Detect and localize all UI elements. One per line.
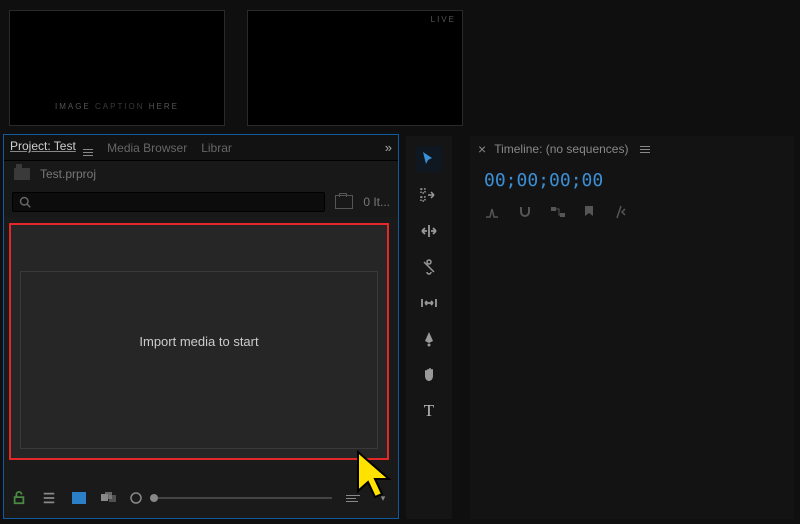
selection-tool[interactable] xyxy=(416,146,442,172)
zoom-out-icon[interactable] xyxy=(130,489,142,507)
timeline-header: × Timeline: (no sequences) xyxy=(470,136,794,162)
project-icon xyxy=(14,168,30,180)
search-row: 0 It... xyxy=(4,187,398,217)
sort-icon[interactable] xyxy=(344,489,362,507)
freeform-view-icon[interactable] xyxy=(100,489,118,507)
list-view-icon[interactable] xyxy=(40,489,58,507)
timeline-menu-icon[interactable] xyxy=(640,146,650,153)
track-select-forward-tool[interactable] xyxy=(416,182,442,208)
project-panel: Project: Test Media Browser Librar » Tes… xyxy=(3,134,399,519)
new-bin-icon[interactable] xyxy=(335,195,353,209)
timeline-title: Timeline: (no sequences) xyxy=(494,142,628,156)
hand-tool[interactable] xyxy=(416,362,442,388)
panel-tabbar: Project: Test Media Browser Librar » xyxy=(4,135,398,161)
icon-view-icon[interactable] xyxy=(70,489,88,507)
search-icon xyxy=(19,196,31,208)
razor-tool[interactable] xyxy=(416,254,442,280)
tool-palette: T xyxy=(406,136,452,519)
close-icon[interactable]: × xyxy=(478,141,486,157)
sort-dropdown-icon[interactable]: ▾ xyxy=(374,489,392,507)
slip-tool[interactable] xyxy=(416,290,442,316)
preview-caption: IMAGE CAPTION HERE xyxy=(55,102,179,111)
type-tool[interactable]: T xyxy=(416,398,442,424)
pen-tool[interactable] xyxy=(416,326,442,352)
ripple-edit-tool[interactable] xyxy=(416,218,442,244)
timeline-panel: × Timeline: (no sequences) 00;00;00;00 xyxy=(470,136,794,519)
marker-icon[interactable] xyxy=(584,205,594,223)
preview-thumbnail-1: IMAGE CAPTION HERE xyxy=(9,10,225,126)
linked-selection-icon[interactable] xyxy=(550,205,566,223)
timeline-timecode[interactable]: 00;00;00;00 xyxy=(470,162,794,199)
project-filename: Test.prproj xyxy=(40,167,96,181)
tab-media-browser[interactable]: Media Browser xyxy=(107,141,187,155)
media-drop-area[interactable]: Import media to start xyxy=(9,223,389,460)
search-input[interactable] xyxy=(12,192,325,212)
insert-icon[interactable] xyxy=(484,205,500,223)
panel-bottom-toolbar: ▾ xyxy=(10,484,392,512)
preview-thumbnail-2: LIVE xyxy=(247,10,463,126)
zoom-slider[interactable] xyxy=(154,495,332,501)
panel-menu-icon[interactable] xyxy=(83,149,93,156)
item-count: 0 It... xyxy=(363,195,390,209)
timeline-tool-row xyxy=(470,199,794,229)
lock-icon[interactable] xyxy=(10,489,28,507)
media-inner-frame xyxy=(20,271,378,449)
tab-libraries[interactable]: Librar xyxy=(201,141,232,155)
snap-icon[interactable] xyxy=(518,205,532,223)
project-file-row: Test.prproj xyxy=(4,161,398,187)
live-badge: LIVE xyxy=(431,15,456,24)
tabs-overflow-icon[interactable]: » xyxy=(385,140,392,155)
tab-project[interactable]: Project: Test xyxy=(10,139,93,156)
settings-icon[interactable] xyxy=(612,205,626,223)
